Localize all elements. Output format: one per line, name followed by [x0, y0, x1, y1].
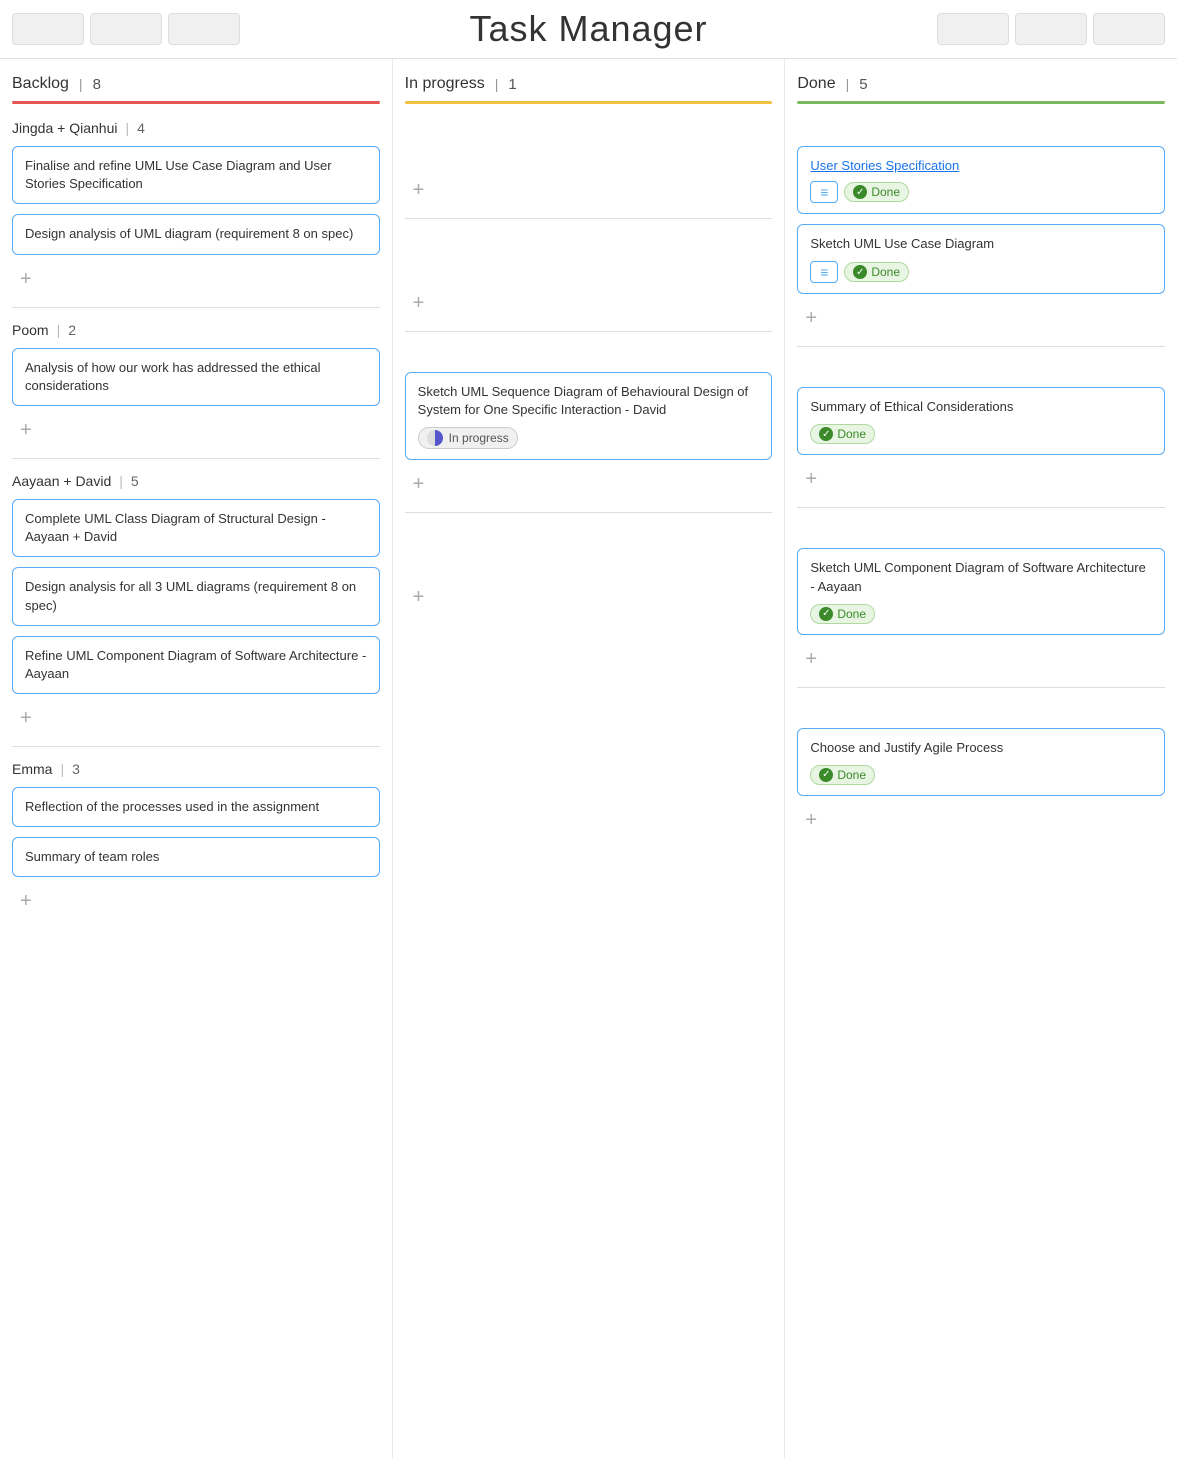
sep-d-3: [797, 687, 1165, 688]
done-title: Done: [797, 75, 835, 93]
add-poom-ip[interactable]: +: [405, 289, 433, 317]
done-checkmark-3: ✓: [819, 427, 833, 441]
done-checkmark-2: ✓: [853, 265, 867, 279]
nav-tab-2[interactable]: [90, 13, 162, 45]
section-jingda-label: Jingda + Qianhui: [12, 120, 117, 136]
emma-ip-empty: [405, 553, 773, 583]
add-aayaan-backlog[interactable]: +: [12, 704, 40, 732]
board: Backlog | 8 Jingda + Qianhui | 4 Finalis…: [0, 59, 1177, 1459]
badge-done-agile: ✓ Done: [810, 765, 875, 785]
add-poom-done[interactable]: +: [797, 465, 825, 493]
card-analysis-ethical: Analysis of how our work has addressed t…: [12, 348, 380, 406]
backlog-line: [12, 101, 380, 104]
add-poom-backlog[interactable]: +: [12, 416, 40, 444]
backlog-title: Backlog: [12, 75, 69, 93]
done-checkmark-5: ✓: [819, 768, 833, 782]
section-jingda-count: 4: [137, 120, 145, 136]
sep-ip-2: [405, 331, 773, 332]
agile-title: Choose and Justify Agile Process: [810, 740, 1003, 755]
page-title: Task Manager: [469, 8, 707, 49]
sep-2: [12, 458, 380, 459]
add-jingda-ip[interactable]: +: [405, 176, 433, 204]
badge-done-user-stories: ✓ Done: [844, 182, 909, 202]
section-poom-backlog: Poom | 2: [12, 322, 380, 338]
component-title: Sketch UML Component Diagram of Software…: [810, 560, 1146, 593]
inprogress-line: [405, 101, 773, 104]
inprogress-count: 1: [508, 76, 516, 93]
card-refine-component: Refine UML Component Diagram of Software…: [12, 636, 380, 694]
sep-d-2: [797, 507, 1165, 508]
inprogress-icon: [427, 430, 443, 446]
sketch-uml-title: Sketch UML Use Case Diagram: [810, 236, 994, 251]
add-emma-backlog[interactable]: +: [12, 887, 40, 915]
sep-ip-3: [405, 512, 773, 513]
column-done: Done | 5 Jingda User Stories Specificati…: [785, 59, 1177, 1459]
card-uml-use-case-done: Sketch UML Use Case Diagram ≡ ✓ Done: [797, 224, 1165, 294]
nav-tab-4[interactable]: [937, 13, 1009, 45]
done-checkmark-1: ✓: [853, 185, 867, 199]
card-user-stories: User Stories Specification ≡ ✓ Done: [797, 146, 1165, 214]
nav-tab-1[interactable]: [12, 13, 84, 45]
done-checkmark-4: ✓: [819, 607, 833, 621]
add-jingda-done[interactable]: +: [797, 304, 825, 332]
poom-ip-empty: [405, 259, 773, 289]
nav-tabs: [12, 13, 240, 45]
ethical-title: Summary of Ethical Considerations: [810, 399, 1013, 414]
sep-1: [12, 307, 380, 308]
section-aayaan-backlog: Aayaan + David | 5: [12, 473, 380, 489]
section-aayaan-label: Aayaan + David: [12, 473, 111, 489]
section-poom-label: Poom: [12, 322, 49, 338]
card-ethical-done: Summary of Ethical Considerations ✓ Done: [797, 387, 1165, 455]
card-component-done: Sketch UML Component Diagram of Software…: [797, 548, 1165, 634]
backlog-count: 8: [93, 76, 101, 93]
card-design-analysis-aayaan: Design analysis for all 3 UML diagrams (…: [12, 567, 380, 625]
badge-inprogress: In progress: [418, 427, 518, 449]
add-emma-ip[interactable]: +: [405, 583, 433, 611]
section-emma-backlog: Emma | 3: [12, 761, 380, 777]
card-sequence-diagram: Sketch UML Sequence Diagram of Behaviour…: [405, 372, 773, 460]
nav-tab-6[interactable]: [1093, 13, 1165, 45]
inprogress-header: In progress | 1: [405, 75, 773, 93]
done-header: Done | 5: [797, 75, 1165, 93]
card-agile-done: Choose and Justify Agile Process ✓ Done: [797, 728, 1165, 796]
nav-tab-5[interactable]: [1015, 13, 1087, 45]
nav-tab-3[interactable]: [168, 13, 240, 45]
add-aayaan-ip[interactable]: +: [405, 470, 433, 498]
add-jingda-backlog[interactable]: +: [12, 265, 40, 293]
column-inprogress: In progress | 1 Jingda + Qianhui | 4 + P…: [393, 59, 786, 1459]
inprogress-title: In progress: [405, 75, 485, 93]
card-uml-class: Complete UML Class Diagram of Structural…: [12, 499, 380, 557]
menu-btn-uml[interactable]: ≡: [810, 261, 838, 283]
sep-3: [12, 746, 380, 747]
section-aayaan-count: 5: [131, 473, 139, 489]
section-emma-count: 3: [72, 761, 80, 777]
sep-d-1: [797, 346, 1165, 347]
badge-done-ethical: ✓ Done: [810, 424, 875, 444]
add-aayaan-done[interactable]: +: [797, 645, 825, 673]
jingda-ip-empty: [405, 146, 773, 176]
nav-tabs-right: [937, 13, 1165, 45]
add-emma-done[interactable]: +: [797, 806, 825, 834]
badge-done-component: ✓ Done: [810, 604, 875, 624]
sep-ip-1: [405, 218, 773, 219]
card-team-roles: Summary of team roles: [12, 837, 380, 877]
section-emma-label: Emma: [12, 761, 52, 777]
done-line: [797, 101, 1165, 104]
done-count: 5: [859, 76, 867, 93]
badge-done-uml: ✓ Done: [844, 262, 909, 282]
card-reflection: Reflection of the processes used in the …: [12, 787, 380, 827]
top-nav: Task Manager: [0, 0, 1177, 59]
menu-btn-user-stories[interactable]: ≡: [810, 181, 838, 203]
section-jingda-backlog: Jingda + Qianhui | 4: [12, 120, 380, 136]
user-stories-link[interactable]: User Stories Specification: [810, 158, 959, 173]
section-poom-count: 2: [68, 322, 76, 338]
column-backlog: Backlog | 8 Jingda + Qianhui | 4 Finalis…: [0, 59, 393, 1459]
backlog-header: Backlog | 8: [12, 75, 380, 93]
card-design-analysis-jingda: Design analysis of UML diagram (requirem…: [12, 214, 380, 254]
card-finalise: Finalise and refine UML Use Case Diagram…: [12, 146, 380, 204]
